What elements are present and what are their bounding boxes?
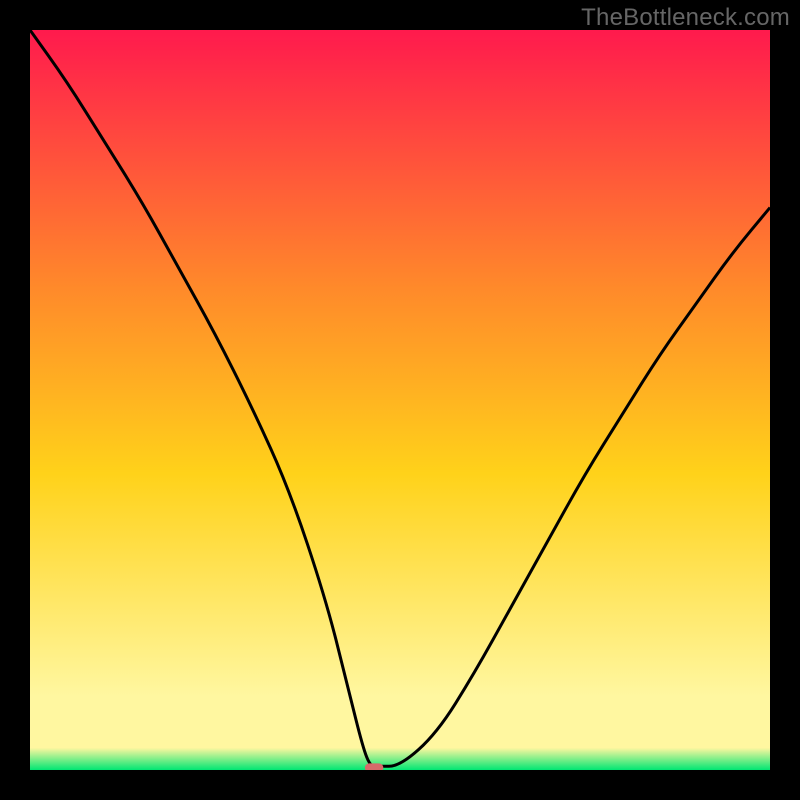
bottleneck-chart bbox=[0, 0, 800, 800]
frame-bottom bbox=[0, 770, 800, 800]
frame-right bbox=[770, 0, 800, 800]
watermark-text: TheBottleneck.com bbox=[581, 4, 790, 32]
frame-left bbox=[0, 0, 30, 800]
plot-background bbox=[30, 30, 770, 770]
